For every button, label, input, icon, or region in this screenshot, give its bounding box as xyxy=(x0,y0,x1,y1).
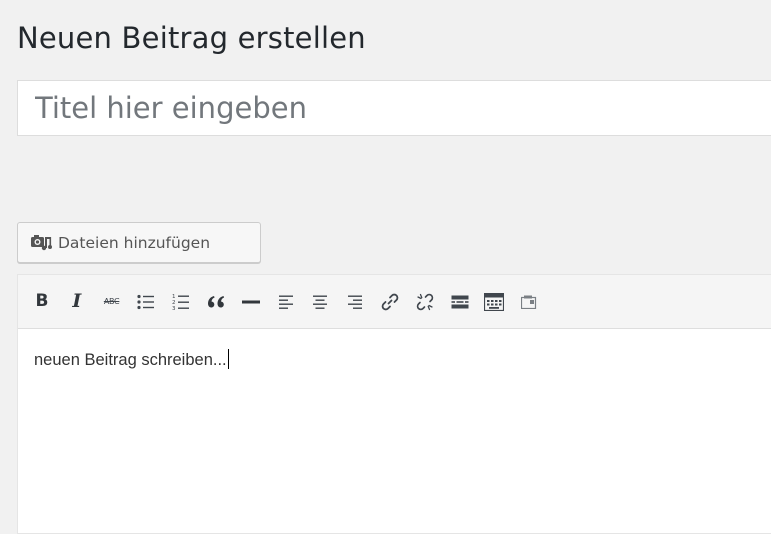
align-center-button[interactable] xyxy=(308,287,332,317)
blockquote-icon xyxy=(207,295,225,309)
add-media-icon xyxy=(30,233,52,253)
add-media-button[interactable]: Dateien hinzufügen xyxy=(17,222,261,263)
italic-button[interactable]: I xyxy=(65,287,89,317)
horizontal-line-button[interactable] xyxy=(239,287,263,317)
italic-icon: I xyxy=(72,290,82,312)
align-left-button[interactable] xyxy=(274,287,298,317)
page-title: Neuen Beitrag erstellen xyxy=(17,21,366,55)
horizontal-line-icon xyxy=(241,300,260,304)
bold-button[interactable]: B xyxy=(30,287,54,317)
numbered-list-icon: 1 2 3 xyxy=(172,293,190,311)
strikethrough-icon: ABC xyxy=(103,297,120,306)
link-icon xyxy=(381,293,399,311)
remove-link-button[interactable] xyxy=(413,287,437,317)
toolbar-toggle-icon xyxy=(484,292,505,311)
read-more-icon xyxy=(451,295,469,309)
text-caret xyxy=(227,349,229,369)
unlink-icon xyxy=(416,293,434,311)
strikethrough-button[interactable]: ABC xyxy=(100,287,124,317)
editor-content-text: neuen Beitrag schreiben... xyxy=(34,351,227,369)
read-more-button[interactable] xyxy=(448,287,472,317)
align-left-icon xyxy=(278,294,294,310)
insert-link-button[interactable] xyxy=(378,287,402,317)
blockquote-button[interactable] xyxy=(204,287,228,317)
toolbar-toggle-button[interactable] xyxy=(482,287,506,317)
numbered-list-button[interactable]: 1 2 3 xyxy=(169,287,193,317)
post-title-input[interactable] xyxy=(18,81,771,135)
align-right-button[interactable] xyxy=(343,287,367,317)
editor-toolbar: B I ABC 1 2 3 xyxy=(18,275,771,329)
add-media-label: Dateien hinzufügen xyxy=(58,233,211,252)
bulleted-list-icon xyxy=(137,294,155,310)
more-icon xyxy=(521,295,537,309)
align-center-icon xyxy=(312,294,328,310)
more-button[interactable] xyxy=(517,287,541,317)
align-right-icon xyxy=(347,294,363,310)
svg-text:3: 3 xyxy=(172,306,176,311)
title-field-wrapper xyxy=(17,80,771,136)
post-editor: B I ABC 1 2 3 neuen Beitrag schreiben... xyxy=(17,274,771,534)
editor-content-area[interactable]: neuen Beitrag schreiben... xyxy=(18,329,771,371)
bulleted-list-button[interactable] xyxy=(134,287,158,317)
bold-icon: B xyxy=(35,291,49,311)
